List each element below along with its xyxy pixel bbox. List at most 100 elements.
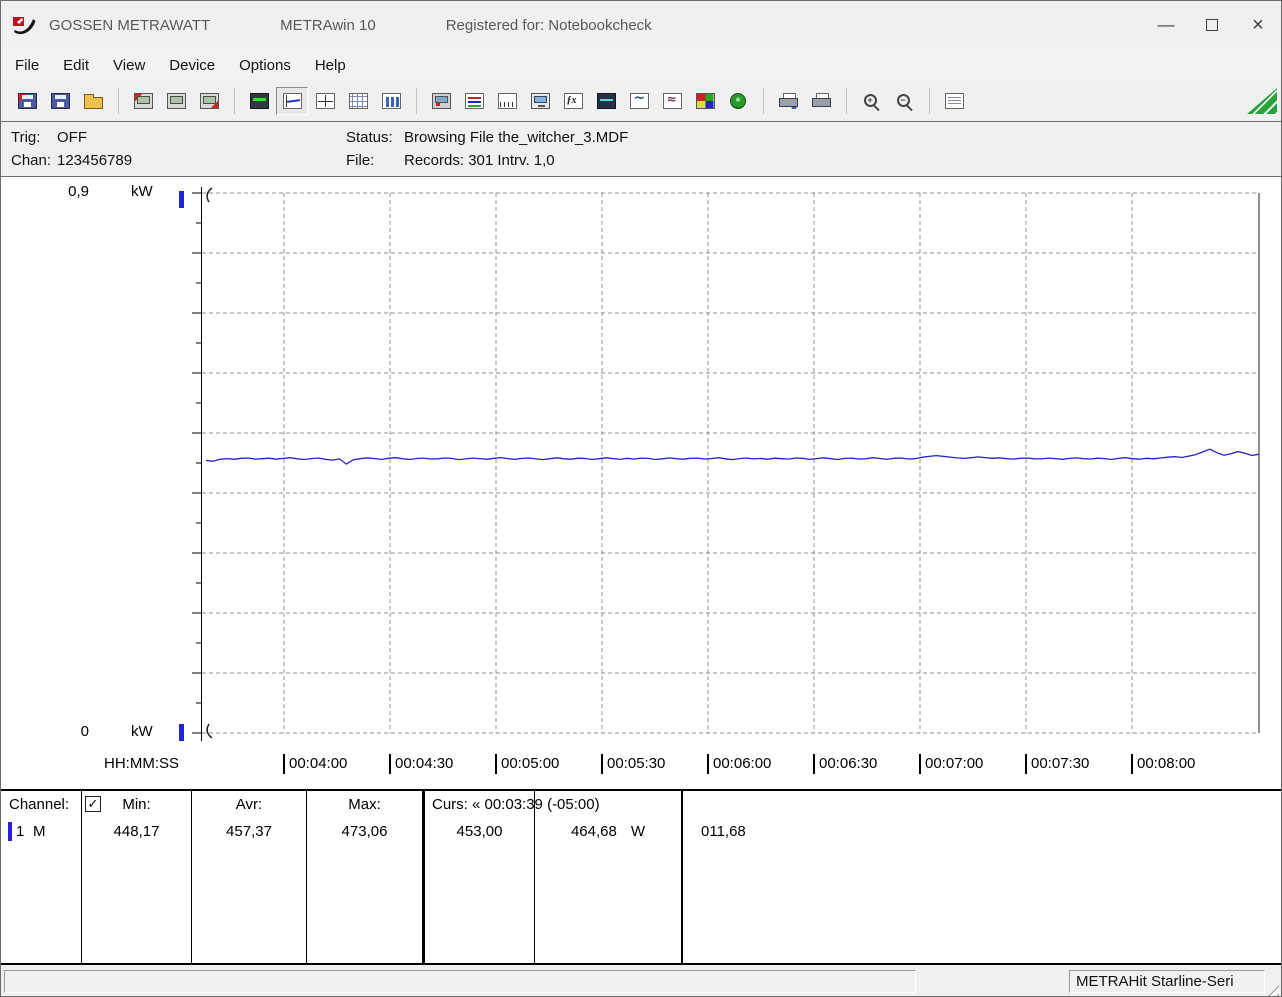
channel-header: Channel: xyxy=(9,796,70,813)
x-tick-label: 00:06:30 xyxy=(813,754,877,774)
x-tick-label: 00:04:30 xyxy=(389,754,453,774)
color-settings-button[interactable] xyxy=(689,87,721,115)
live-mode-icon xyxy=(730,93,746,109)
view-data-table-button[interactable] xyxy=(342,87,374,115)
channel-settings-button[interactable] xyxy=(458,87,490,115)
titlebar-brand: GOSSEN METRAWATT xyxy=(49,16,211,34)
zoom-out-button[interactable] xyxy=(888,87,920,115)
channel-mode: M xyxy=(33,823,46,840)
file-value: Records: 301 Intrv. 1,0 xyxy=(404,152,555,169)
device-settings-button[interactable] xyxy=(425,87,457,115)
view-yt-chart-button[interactable] xyxy=(276,87,308,115)
y-axis-bottom-marker xyxy=(179,724,184,741)
y-axis-top-value: 0,9 xyxy=(68,183,89,200)
toolbar-separator xyxy=(416,88,417,114)
cursor-delta-value: 011,68 xyxy=(701,823,746,840)
x-tick-label: 00:05:30 xyxy=(601,754,665,774)
y-axis-bottom-value: 0 xyxy=(80,723,89,740)
toolbar-separator xyxy=(929,88,930,114)
status-label: Status: xyxy=(346,129,393,146)
column-divider xyxy=(681,791,683,963)
print-preview-button[interactable] xyxy=(772,87,804,115)
color-settings-icon xyxy=(695,93,715,109)
cursor-header: Curs: « 00:03:39 (-05:00) xyxy=(432,796,600,813)
open-file-icon xyxy=(83,93,103,109)
toolbar xyxy=(1,81,1281,121)
toolbar-separator xyxy=(763,88,764,114)
max-header: Max: xyxy=(348,796,381,813)
plot-svg[interactable] xyxy=(192,187,1263,741)
min-value: 448,17 xyxy=(113,823,160,840)
print-button[interactable] xyxy=(805,87,837,115)
maximize-button[interactable] xyxy=(1189,1,1235,49)
column-divider xyxy=(306,791,307,963)
save-file-button[interactable] xyxy=(44,87,76,115)
chart-panel: 0,9 kW 0 kW HH:MM:SS 00:04:00 00:04:30 00:… xyxy=(1,177,1281,789)
view-yt-chart-icon xyxy=(282,93,302,109)
toolbar-separator xyxy=(234,88,235,114)
statusbar-device-panel: METRAHit Starline-Seri xyxy=(1069,970,1265,993)
x-tick-label: 00:07:30 xyxy=(1025,754,1089,774)
status-value: Browsing File the_witcher_3.MDF xyxy=(404,129,629,146)
resize-grip[interactable] xyxy=(1263,980,1279,996)
import-file-icon xyxy=(17,93,37,109)
export-device-data-icon xyxy=(199,93,219,109)
curve-low-settings-icon xyxy=(629,90,649,109)
curve-low-settings-button[interactable] xyxy=(623,87,655,115)
minimize-button[interactable]: — xyxy=(1143,1,1189,49)
max-value: 473,06 xyxy=(341,823,388,840)
close-button[interactable]: × xyxy=(1235,1,1281,49)
function-settings-button[interactable] xyxy=(557,87,589,115)
monitor-settings-button[interactable] xyxy=(524,87,556,115)
menu-help[interactable]: Help xyxy=(303,53,358,78)
export-device-data-button[interactable] xyxy=(193,87,225,115)
channel-settings-icon xyxy=(464,93,484,109)
y-axis-top-marker xyxy=(179,191,184,208)
chan-value: 123456789 xyxy=(57,152,133,169)
view-xy-chart-button[interactable] xyxy=(309,87,341,115)
cursor-unit: W xyxy=(630,823,646,840)
zoom-in-button[interactable] xyxy=(855,87,887,115)
live-mode-button[interactable] xyxy=(722,87,754,115)
y-axis-bottom-unit: kW xyxy=(131,723,153,740)
x-tick-label: 00:06:00 xyxy=(707,754,771,774)
scale-settings-icon xyxy=(497,93,517,109)
x-axis-title: HH:MM:SS xyxy=(104,755,179,772)
menu-file[interactable]: File xyxy=(3,53,51,78)
titlebar[interactable]: GOSSEN METRAWATT METRAwin 10 Registered … xyxy=(1,1,1281,49)
read-device-memory-button[interactable] xyxy=(127,87,159,115)
print-icon xyxy=(811,93,831,109)
avr-header: Avr: xyxy=(235,796,263,813)
stats-table: Channel: ✓ Min: Avr: Max: Curs: « 00:03:… xyxy=(1,789,1281,965)
x-tick-label: 00:05:00 xyxy=(495,754,559,774)
read-device-memory-icon xyxy=(133,93,153,109)
toolbar-corner-triangle-icon xyxy=(1247,88,1277,114)
channel-number: 1 xyxy=(16,823,25,840)
view-xy-chart-icon xyxy=(315,93,335,109)
device-memory-button[interactable] xyxy=(160,87,192,115)
view-numeric-display-icon xyxy=(249,93,269,109)
column-divider xyxy=(534,791,535,963)
display-settings-button[interactable] xyxy=(590,87,622,115)
app-icon[interactable] xyxy=(11,13,37,37)
menu-view[interactable]: View xyxy=(101,53,157,78)
menu-device[interactable]: Device xyxy=(157,53,227,78)
view-numeric-display-button[interactable] xyxy=(243,87,275,115)
annotation-button[interactable] xyxy=(938,87,970,115)
status-bar: METRAHit Starline-Seri xyxy=(1,965,1281,996)
open-file-button[interactable] xyxy=(77,87,109,115)
view-data-table-icon xyxy=(348,93,368,109)
import-file-button[interactable] xyxy=(11,87,43,115)
scale-settings-button[interactable] xyxy=(491,87,523,115)
curve-high-settings-button[interactable] xyxy=(656,87,688,115)
menu-edit[interactable]: Edit xyxy=(51,53,101,78)
menu-options[interactable]: Options xyxy=(227,53,303,78)
view-bar-graph-button[interactable] xyxy=(375,87,407,115)
zoom-out-icon xyxy=(895,93,914,109)
device-settings-icon xyxy=(431,93,451,109)
maximize-icon xyxy=(1206,19,1218,31)
column-divider xyxy=(422,791,425,963)
zoom-in-icon xyxy=(862,93,881,109)
monitor-settings-icon xyxy=(530,93,550,109)
y-axis-top-unit: kW xyxy=(131,183,153,200)
